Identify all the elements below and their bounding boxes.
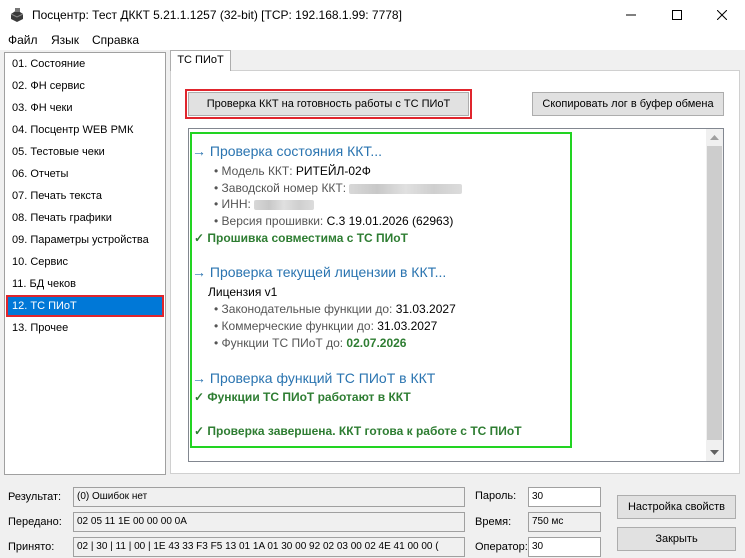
redacted-serial [349, 183, 463, 194]
sidebar-item-status[interactable]: 01. Состояние [6, 53, 164, 75]
sidebar-item-fn-receipts[interactable]: 03. ФН чеки [6, 97, 164, 119]
redacted-inn [254, 199, 315, 210]
maximize-button[interactable] [654, 0, 700, 30]
log-firmware-ok: ✓ Прошивка совместима с ТС ПИоТ [194, 231, 408, 245]
minimize-icon [626, 14, 636, 16]
log-firmware: • Версия прошивки: С.3 19.01.2026 (62963… [214, 214, 454, 228]
log-commercial-functions: • Коммерческие функции до: 31.03.2027 [214, 319, 438, 333]
sidebar-list: 01. Состояние 02. ФН сервис 03. ФН чеки … [4, 52, 166, 475]
sidebar-item-print-graphics[interactable]: 08. Печать графики [6, 207, 164, 229]
received-label: Принято: [8, 541, 55, 553]
menu-file[interactable]: Файл [8, 33, 38, 47]
password-label: Пароль: [475, 490, 517, 502]
log-legal-functions: • Законодательные функции до: 31.03.2027 [214, 302, 456, 316]
log-serial: • Заводской номер ККТ: [214, 181, 463, 195]
sidebar-item-test-receipts[interactable]: 05. Тестовые чеки [6, 141, 164, 163]
time-field: 750 мс [528, 512, 601, 532]
received-field: 02 | 30 | 11 | 00 | 1E 43 33 F3 F5 13 01… [73, 537, 465, 557]
time-label: Время: [475, 516, 512, 528]
log-license: Лицензия v1 [208, 285, 278, 299]
password-field[interactable]: 30 [528, 487, 601, 507]
log-heading-license: → Проверка текущей лицензии в ККТ... [192, 264, 447, 280]
scroll-down-button[interactable] [706, 444, 723, 461]
operator-label: Оператор: [475, 541, 528, 553]
result-field: (0) Ошибок нет [73, 487, 465, 507]
close-icon [717, 10, 727, 20]
title-bar: Посцентр: Тест ДККТ 5.21.1.1257 (32-bit)… [0, 0, 745, 30]
sidebar-item-service[interactable]: 10. Сервис [6, 251, 164, 273]
close-button[interactable]: Закрыть [617, 527, 736, 551]
sidebar-item-device-params[interactable]: 09. Параметры устройства [6, 229, 164, 251]
menu-bar: Файл Язык Справка [0, 30, 745, 50]
chevron-up-icon [710, 135, 719, 140]
log-tspiot-functions: • Функции ТС ПИоТ до: 02.07.2026 [214, 336, 407, 350]
log-heading-status: → Проверка состояния ККТ... [192, 143, 383, 159]
tab-ts-piot[interactable]: ТС ПИоТ [170, 50, 231, 71]
menu-language[interactable]: Язык [51, 33, 79, 47]
sidebar-item-print-text[interactable]: 07. Печать текста [6, 185, 164, 207]
copy-log-button[interactable]: Скопировать лог в буфер обмена [532, 92, 724, 116]
minimize-button[interactable] [608, 0, 654, 30]
sidebar-item-other[interactable]: 13. Прочее [6, 317, 164, 339]
sent-field: 02 05 11 1E 00 00 00 0A [73, 512, 465, 532]
sent-label: Передано: [8, 516, 62, 528]
log-model: • Модель ККТ: РИТЕЙЛ-02Ф [214, 164, 371, 178]
scroll-up-button[interactable] [706, 129, 723, 146]
sidebar-item-receipts-db[interactable]: 11. БД чеков [6, 273, 164, 295]
operator-field[interactable]: 30 [528, 537, 601, 557]
result-label: Результат: [8, 491, 62, 503]
sidebar-item-ts-piot[interactable]: 12. ТС ПИоТ [6, 295, 164, 317]
sidebar-item-fn-service[interactable]: 02. ФН сервис [6, 75, 164, 97]
app-printer-icon [10, 8, 24, 22]
log-output[interactable]: → Проверка состояния ККТ... • Модель ККТ… [188, 128, 724, 462]
sidebar-item-reports[interactable]: 06. Отчеты [6, 163, 164, 185]
scroll-thumb[interactable] [707, 146, 722, 440]
check-kkt-button[interactable]: Проверка ККТ на готовность работы с ТС П… [185, 89, 472, 119]
chevron-down-icon [710, 450, 719, 455]
log-functions-ok: ✓ Функции ТС ПИоТ работают в ККТ [194, 390, 411, 404]
maximize-icon [672, 10, 682, 20]
log-inn: • ИНН: [214, 197, 315, 211]
sidebar-item-web-rmk[interactable]: 04. Посцентр WEB РМК [6, 119, 164, 141]
log-check-complete: ✓ Проверка завершена. ККТ готова к работ… [194, 424, 522, 438]
settings-button[interactable]: Настройка свойств [617, 495, 736, 519]
menu-help[interactable]: Справка [92, 33, 139, 47]
log-heading-functions: → Проверка функций ТС ПИоТ в ККТ [192, 370, 436, 386]
window-title: Посцентр: Тест ДККТ 5.21.1.1257 (32-bit)… [32, 8, 402, 22]
log-scrollbar[interactable] [706, 129, 723, 461]
close-window-button[interactable] [699, 0, 745, 30]
